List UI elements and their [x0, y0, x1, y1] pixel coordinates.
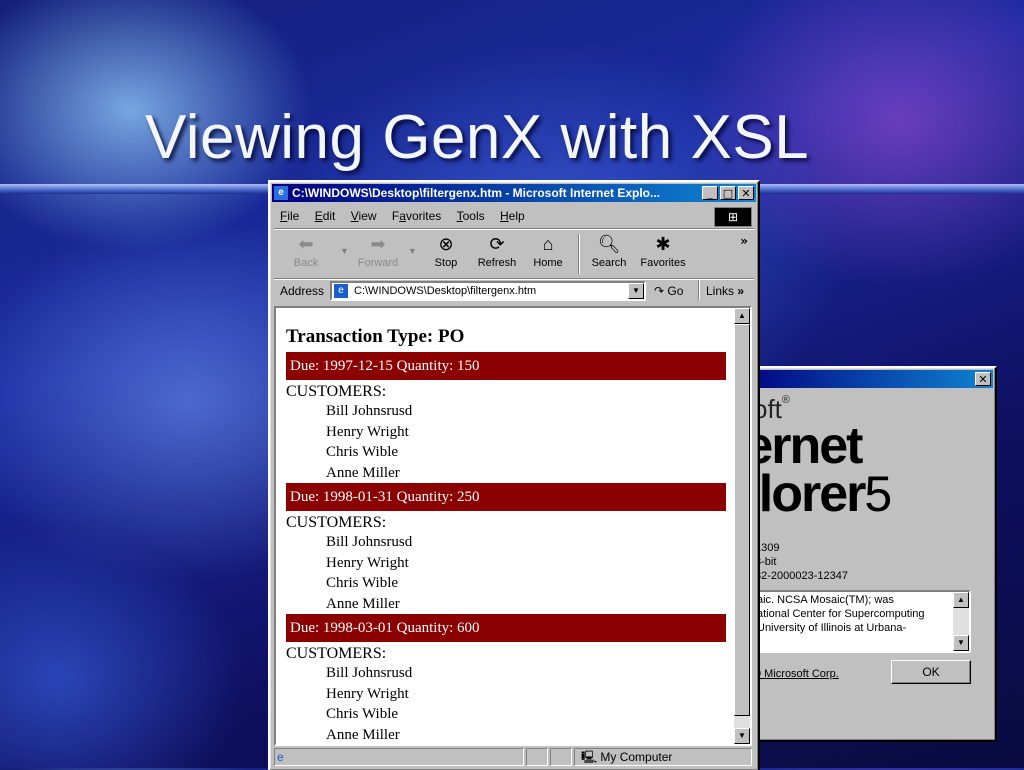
customer-name: Anne Miller [326, 726, 400, 743]
status-cell [526, 748, 548, 766]
customer-name: Henry Wright [326, 423, 409, 440]
menu-help[interactable]: Help [494, 206, 531, 223]
search-button[interactable]: 🔍︎ Search [586, 232, 632, 276]
page-content[interactable]: Transaction Type: PO Due: 1997-12-15 Qua… [274, 306, 752, 746]
copyright-link[interactable]: 9 Microsoft Corp. [755, 668, 839, 680]
minimize-icon[interactable]: _ [702, 186, 718, 200]
transaction-heading: Transaction Type: PO [286, 326, 465, 347]
customer-name: Henry Wright [326, 554, 409, 571]
page-icon: e [334, 284, 348, 298]
customers-label: CUSTOMERS: [286, 645, 387, 662]
customer-name: Chris Wible [326, 575, 399, 591]
due-banner: Due: 1997-12-15 Quantity: 150 [286, 352, 726, 380]
scroll-down-icon[interactable]: ▼ [734, 728, 750, 744]
customer-name: Henry Wright [326, 685, 409, 702]
stop-button[interactable]: ⊗ Stop [426, 232, 466, 276]
windows-logo-icon: ⊞ [714, 207, 752, 227]
credits-textbox[interactable]: aic. NCSA Mosaic(TM); was ational Center… [753, 590, 971, 653]
menu-view[interactable]: View [345, 206, 383, 223]
links-button[interactable]: Links » [706, 284, 744, 298]
home-button[interactable]: ⌂ Home [528, 232, 568, 276]
address-label: Address [280, 284, 325, 298]
address-bar: Address e C:\WINDOWS\Desktop\filtergenx.… [274, 280, 748, 302]
status-cell [550, 748, 572, 766]
maximize-icon[interactable]: □ [720, 186, 736, 200]
status-text-cell: e [274, 748, 524, 766]
due-banner: Due: 1998-01-31 Quantity: 250 [286, 483, 726, 511]
customer-name: Chris Wible [326, 706, 399, 722]
forward-dropdown-icon[interactable]: ▼ [408, 246, 417, 256]
about-titlebar[interactable]: ✕ [737, 370, 993, 388]
customer-name: Bill Johnsrusd [326, 403, 413, 419]
search-icon: 🔍︎ [597, 234, 621, 254]
ie-icon: e [274, 186, 288, 200]
close-icon[interactable]: ✕ [975, 372, 991, 386]
standard-toolbar: ⬅ Back ▼ ➡ Forward ▼ ⊗ Stop ⟳ Refresh ⌂ … [274, 232, 748, 276]
ok-button[interactable]: OK [891, 660, 971, 684]
menu-tools[interactable]: Tools [451, 206, 491, 223]
scroll-up-icon[interactable]: ▲ [734, 308, 750, 324]
address-dropdown-icon[interactable]: ▼ [628, 283, 644, 299]
back-dropdown-icon[interactable]: ▼ [340, 246, 349, 256]
menu-file[interactable]: File [274, 206, 305, 223]
vertical-scrollbar[interactable]: ▲ ▼ [734, 308, 750, 744]
close-icon[interactable]: ✕ [738, 186, 754, 200]
computer-icon: 🖳︎ [581, 750, 598, 764]
product-id: 32-2000023-12347 [755, 570, 848, 582]
go-button[interactable]: ↷ Go [654, 284, 683, 298]
back-button[interactable]: ⬅ Back [288, 232, 324, 276]
customer-name: Bill Johnsrusd [326, 534, 413, 550]
customers-label: CUSTOMERS: [286, 383, 387, 400]
menu-bar: File Edit View Favorites Tools Help ⊞ [274, 206, 754, 227]
favorites-icon: ✱ [655, 234, 671, 254]
slide-title: Viewing GenX with XSL [145, 103, 810, 172]
version-digit: 5 [864, 466, 892, 522]
customer-name: Chris Wible [326, 444, 399, 460]
ie-titlebar[interactable]: e C:\WINDOWS\Desktop\filtergenx.htm - Mic… [272, 184, 756, 202]
due-banner: Due: 1998-03-01 Quantity: 600 [286, 614, 726, 642]
favorites-button[interactable]: ✱ Favorites [636, 232, 690, 276]
toolbar-separator [578, 234, 580, 274]
address-separator [698, 280, 700, 300]
window-title: C:\WINDOWS\Desktop\filtergenx.htm - Micr… [292, 186, 661, 200]
customers-label: CUSTOMERS: [286, 514, 387, 531]
menu-favorites[interactable]: Favorites [386, 206, 447, 223]
stop-icon: ⊗ [438, 234, 454, 254]
customer-name: Anne Miller [326, 595, 400, 612]
go-arrow-icon: ↷ [654, 284, 665, 298]
address-input[interactable]: e C:\WINDOWS\Desktop\filtergenx.htm ▼ [330, 281, 646, 301]
scroll-down-icon[interactable]: ▼ [953, 635, 969, 651]
credits-line: ational Center for Supercomputing [757, 608, 925, 620]
ie-window: e C:\WINDOWS\Desktop\filtergenx.htm - Mic… [268, 180, 760, 770]
scroll-up-icon[interactable]: ▲ [953, 592, 969, 608]
back-arrow-icon: ⬅ [298, 234, 314, 254]
about-dialog: ✕ oft® ternet plorer5 1309 3-bit 32-2000… [729, 366, 997, 742]
refresh-icon: ⟳ [489, 234, 505, 254]
menu-edit[interactable]: Edit [309, 206, 342, 223]
xsl-document: Transaction Type: PO Due: 1997-12-15 Qua… [286, 308, 726, 744]
toolbar-chevron-icon[interactable]: » [740, 234, 748, 248]
credits-line: aic. NCSA Mosaic(TM); was [757, 594, 894, 606]
customer-name: Anne Miller [326, 464, 400, 481]
credits-line: University of Illinois at Urbana- [757, 622, 907, 634]
customer-name: Bill Johnsrusd [326, 665, 413, 681]
menu-separator [274, 228, 754, 230]
scroll-thumb[interactable] [734, 324, 750, 716]
credits-scrollbar[interactable]: ▲ ▼ [953, 592, 969, 651]
status-bar: e 🖳︎ My Computer [274, 746, 754, 768]
forward-button[interactable]: ➡ Forward [354, 232, 402, 276]
page-status-icon: e [277, 750, 284, 764]
home-icon: ⌂ [542, 234, 554, 254]
refresh-button[interactable]: ⟳ Refresh [472, 232, 522, 276]
zone-indicator: 🖳︎ My Computer [574, 748, 752, 766]
forward-arrow-icon: ➡ [370, 234, 386, 254]
